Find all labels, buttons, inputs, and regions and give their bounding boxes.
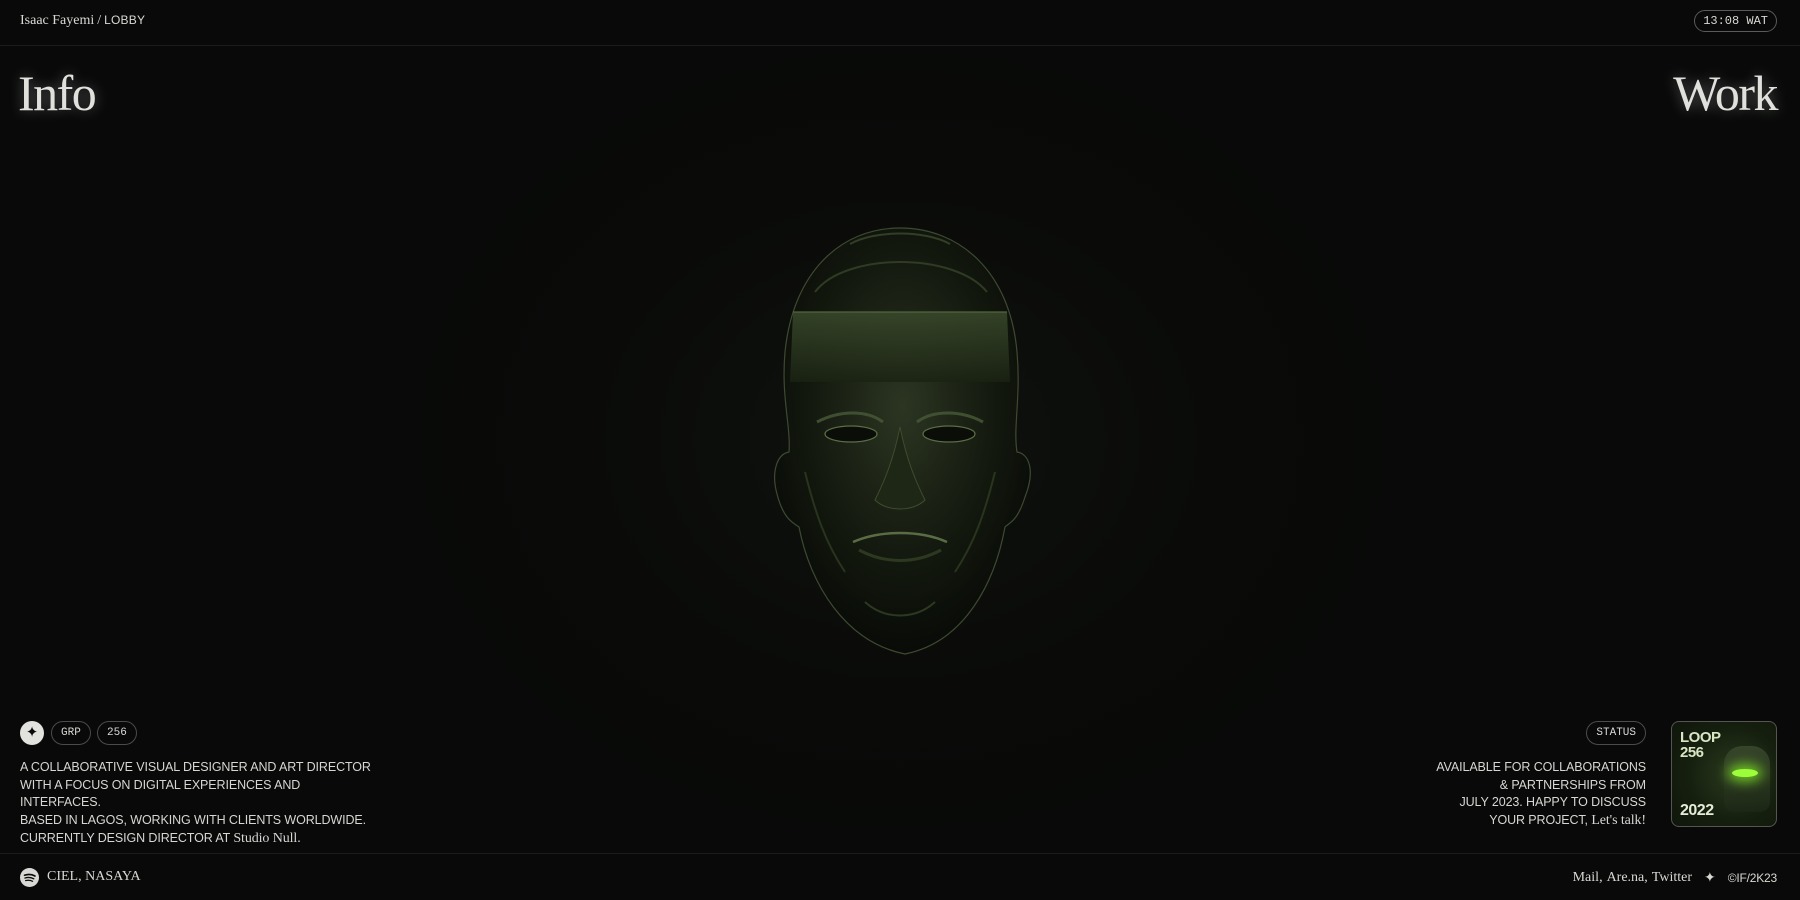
loop-title-line2: 256 <box>1680 744 1704 761</box>
grp-pill: GRP <box>51 721 91 745</box>
bio-text: A COLLABORATIVE VISUAL DESIGNER AND ART … <box>20 759 380 848</box>
status-line: YOUR PROJECT, Let's talk! <box>1326 812 1646 830</box>
studio-link[interactable]: Studio Null. <box>233 831 300 846</box>
bio-line: CURRENTLY DESIGN DIRECTOR AT Studio Null… <box>20 830 380 848</box>
bio-line: A COLLABORATIVE VISUAL DESIGNER AND ART … <box>20 760 371 774</box>
breadcrumb-separator: / <box>97 13 102 28</box>
arena-link[interactable]: Are.na <box>1607 870 1645 886</box>
footer-links: Mail, Are.na, Twitter ✦ ©IF/2K23 <box>1573 869 1778 886</box>
current-section: LOBBY <box>104 13 146 27</box>
work-link[interactable]: Work <box>1673 63 1778 123</box>
loop-card[interactable]: LOOP 256 2022 <box>1671 721 1777 827</box>
mail-link[interactable]: Mail <box>1573 870 1599 886</box>
copyright-text: ©IF/2K23 <box>1727 870 1777 885</box>
glow-accent <box>1732 769 1758 777</box>
status-line: AVAILABLE FOR COLLABORATIONS <box>1436 760 1646 774</box>
sparkle-icon: ✦ <box>1704 869 1716 885</box>
status-line: JULY 2023. HAPPY TO DISCUSS <box>1459 795 1646 810</box>
sparkle-icon: ✦ <box>20 721 44 745</box>
footer: CIEL, NASAYA Mail, Are.na, Twitter ✦ ©IF… <box>0 853 1800 900</box>
status-pill: STATUS <box>1586 721 1646 745</box>
info-link[interactable]: Info <box>18 63 97 123</box>
comma-separator: , <box>1644 869 1648 885</box>
head-artwork <box>755 222 1045 662</box>
clock-badge: 13:08 WAT <box>1694 10 1777 32</box>
twitter-link[interactable]: Twitter <box>1652 870 1692 886</box>
bio-line-text: CURRENTLY DESIGN DIRECTOR AT <box>20 830 230 845</box>
sculpted-head-icon <box>774 227 1031 655</box>
count-pill: 256 <box>97 721 137 745</box>
breadcrumb: Isaac Fayemi / LOBBY <box>20 13 145 29</box>
status-line: & PARTNERSHIPS FROM <box>1499 777 1646 792</box>
lets-talk-link[interactable]: Let's talk! <box>1591 813 1646 828</box>
now-playing-text[interactable]: CIEL, NASAYA <box>47 869 141 885</box>
status-line-text: YOUR PROJECT, <box>1489 813 1588 828</box>
loop-year: 2022 <box>1680 802 1714 819</box>
bio-line: WITH A FOCUS ON DIGITAL EXPERIENCES AND … <box>20 777 301 810</box>
spotify-icon[interactable] <box>20 868 39 887</box>
loop-title-line1: LOOP <box>1680 729 1721 746</box>
top-bar: Isaac Fayemi / LOBBY 13:08 WAT <box>0 0 1800 46</box>
site-owner-name[interactable]: Isaac Fayemi <box>20 13 94 28</box>
robot-figure <box>1724 746 1770 812</box>
loop-title: LOOP 256 <box>1680 730 1721 760</box>
status-text: AVAILABLE FOR COLLABORATIONS & PARTNERSH… <box>1326 759 1646 830</box>
comma-separator: , <box>1599 869 1603 885</box>
bio-line: BASED IN LAGOS, WORKING WITH CLIENTS WOR… <box>20 813 367 828</box>
